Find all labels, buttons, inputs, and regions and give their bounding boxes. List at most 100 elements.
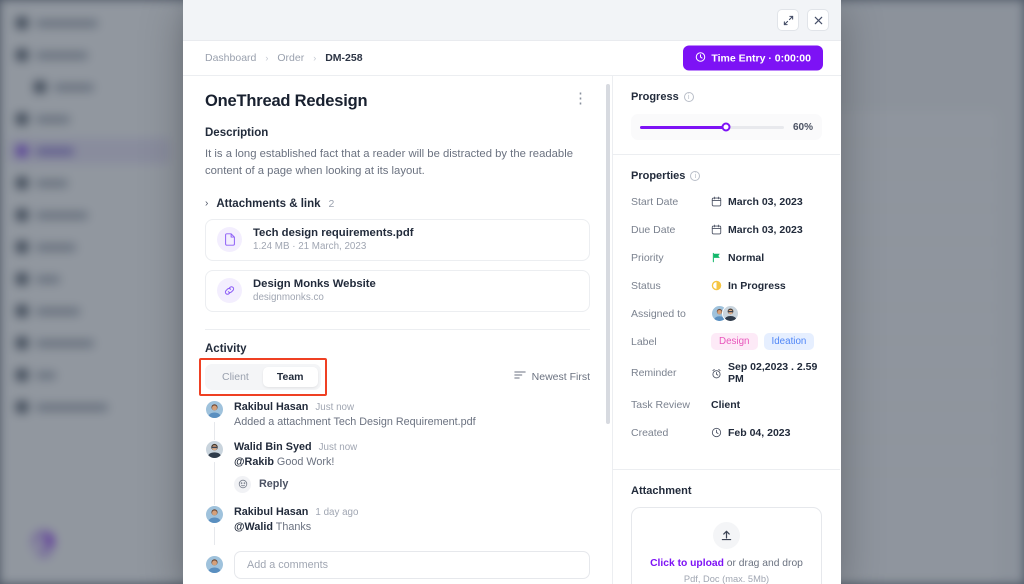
info-icon[interactable]: i (690, 171, 700, 181)
reply-action[interactable]: Reply (234, 476, 357, 493)
activity-client-team-toggle: Client Team (205, 364, 321, 390)
property-value-text: Feb 04, 2023 (728, 427, 790, 439)
label-badge[interactable]: Design (711, 333, 758, 350)
breadcrumb-item-current: DM-258 (325, 52, 362, 64)
activity-text: @Walid Thanks (234, 521, 358, 533)
property-value[interactable]: Feb 04, 2023 (711, 427, 790, 439)
mention[interactable]: @Walid (234, 521, 273, 533)
activity-item: Rakibul HasanJust nowAdded a attachment … (205, 400, 590, 440)
activity-author: Walid Bin Syed (234, 441, 312, 453)
property-row: Start Date March 03, 2023 (631, 193, 822, 210)
property-value[interactable]: Client (711, 399, 740, 411)
task-detail-modal: Dashboard › Order › DM-258 Time Entry · … (183, 0, 841, 584)
tab-team[interactable]: Team (263, 367, 318, 387)
property-key: Task Review (631, 399, 711, 411)
description-label: Description (205, 127, 590, 139)
activity-text: @Rakib Good Work! (234, 456, 357, 468)
property-row: Task ReviewClient (631, 396, 822, 413)
property-key: Reminder (631, 367, 711, 379)
sort-label: Newest First (532, 371, 590, 383)
attachments-toggle[interactable]: › Attachments & link 2 (205, 198, 590, 210)
assignee-stack[interactable] (711, 305, 739, 322)
attachment-upload-section: Attachment Click to upload or drag and d… (613, 469, 840, 584)
property-value[interactable]: Normal (711, 252, 764, 264)
upload-link[interactable]: Click to upload (650, 558, 724, 569)
mention[interactable]: @Rakib (234, 456, 274, 468)
property-key: Label (631, 336, 711, 348)
activity-meta: Rakibul HasanJust now (234, 401, 476, 413)
activity-feed: Rakibul HasanJust nowAdded a attachment … (205, 400, 590, 545)
breadcrumb-separator: › (265, 53, 268, 63)
sort-control[interactable]: Newest First (514, 370, 590, 383)
activity-body: Rakibul Hasan 1 day ago @Walid Thanks (234, 505, 358, 533)
property-value[interactable]: Sep 02,2023 . 2.59 PM (711, 361, 822, 385)
slider-handle[interactable] (722, 123, 731, 132)
upload-hint: Pdf, Doc (max. 5Mb) (642, 574, 811, 584)
activity-timestamp: Just now (315, 402, 354, 413)
properties-heading: Properties i (631, 170, 822, 182)
property-value[interactable]: March 03, 2023 (711, 224, 803, 236)
property-value-text: March 03, 2023 (728, 224, 803, 236)
alarm-icon (711, 368, 722, 379)
activity-item: Rakibul Hasan 1 day ago @Walid Thanks (205, 505, 590, 545)
breadcrumb-separator: › (313, 53, 316, 63)
attachment-meta: 1.24 MB · 21 March, 2023 (253, 241, 413, 252)
label-badge[interactable]: Ideation (764, 333, 815, 350)
property-value-text: March 03, 2023 (728, 196, 803, 208)
breadcrumb-item-order[interactable]: Order (277, 52, 304, 64)
progress-label: Progress (631, 91, 679, 103)
property-key: Start Date (631, 196, 711, 208)
avatar (205, 400, 224, 419)
scrollbar-vertical[interactable] (606, 84, 610, 424)
progress-slider[interactable]: 60% (631, 114, 822, 140)
property-key: Assigned to (631, 308, 711, 320)
property-value-text: Sep 02,2023 . 2.59 PM (728, 361, 822, 385)
info-icon[interactable]: i (684, 92, 694, 102)
attachment-panel-title: Attachment (631, 485, 822, 497)
activity-heading: Activity (205, 343, 590, 355)
comment-input[interactable] (234, 551, 590, 579)
properties-label: Properties (631, 170, 685, 182)
time-entry-button[interactable]: Time Entry · 0:00:00 (683, 46, 823, 71)
detail-scroll-area: OneThread Redesign ⋮ Description It is a… (183, 76, 612, 545)
detail-left-column: OneThread Redesign ⋮ Description It is a… (183, 76, 613, 584)
breadcrumb-item-dashboard[interactable]: Dashboard (205, 52, 256, 64)
slider-track[interactable] (640, 126, 784, 129)
description-text: It is a long established fact that a rea… (205, 146, 590, 180)
property-value[interactable]: In Progress (711, 280, 786, 292)
kebab-menu-icon[interactable]: ⋮ (571, 92, 590, 106)
property-row: Reminder Sep 02,2023 . 2.59 PM (631, 361, 822, 385)
attachments-label: Attachments & link (216, 198, 320, 210)
modal-body: OneThread Redesign ⋮ Description It is a… (183, 76, 841, 584)
property-row: CreatedFeb 04, 2023 (631, 424, 822, 441)
activity-message: Good Work! (274, 456, 334, 468)
close-icon[interactable] (807, 9, 829, 31)
upload-dropzone[interactable]: Click to upload or drag and drop Pdf, Do… (631, 507, 822, 584)
emoji-icon[interactable] (234, 476, 251, 493)
activity-message: Thanks (273, 521, 311, 533)
attachment-item-link[interactable]: Design Monks Website designmonks.co (205, 270, 590, 312)
properties-section: Properties i Start DateMarch 03, 2023Due… (613, 154, 840, 455)
avatar (205, 505, 224, 524)
time-entry-label: Time Entry · 0:00:00 (711, 52, 811, 64)
property-value-text: Normal (728, 252, 764, 264)
property-value-text: In Progress (728, 280, 786, 292)
activity-author: Rakibul Hasan (234, 506, 308, 518)
tab-client[interactable]: Client (208, 367, 263, 387)
property-value[interactable] (711, 305, 739, 322)
status-icon (711, 280, 722, 291)
activity-body: Walid Bin SyedJust now@Rakib Good Work!R… (234, 440, 357, 493)
progress-heading: Progress i (631, 91, 822, 103)
activity-timestamp: 1 day ago (315, 507, 358, 518)
page-title: OneThread Redesign (205, 92, 367, 111)
attachment-item-file[interactable]: Tech design requirements.pdf 1.24 MB · 2… (205, 219, 590, 261)
upload-prompt: Click to upload or drag and drop (642, 558, 811, 569)
flag-icon (711, 252, 722, 263)
slider-fill (640, 126, 726, 129)
property-key: Priority (631, 252, 711, 264)
expand-icon[interactable] (777, 9, 799, 31)
property-row: Priority Normal (631, 249, 822, 266)
calendar-icon (711, 196, 722, 207)
property-value[interactable]: March 03, 2023 (711, 196, 803, 208)
property-value[interactable]: Design Ideation (711, 333, 814, 350)
